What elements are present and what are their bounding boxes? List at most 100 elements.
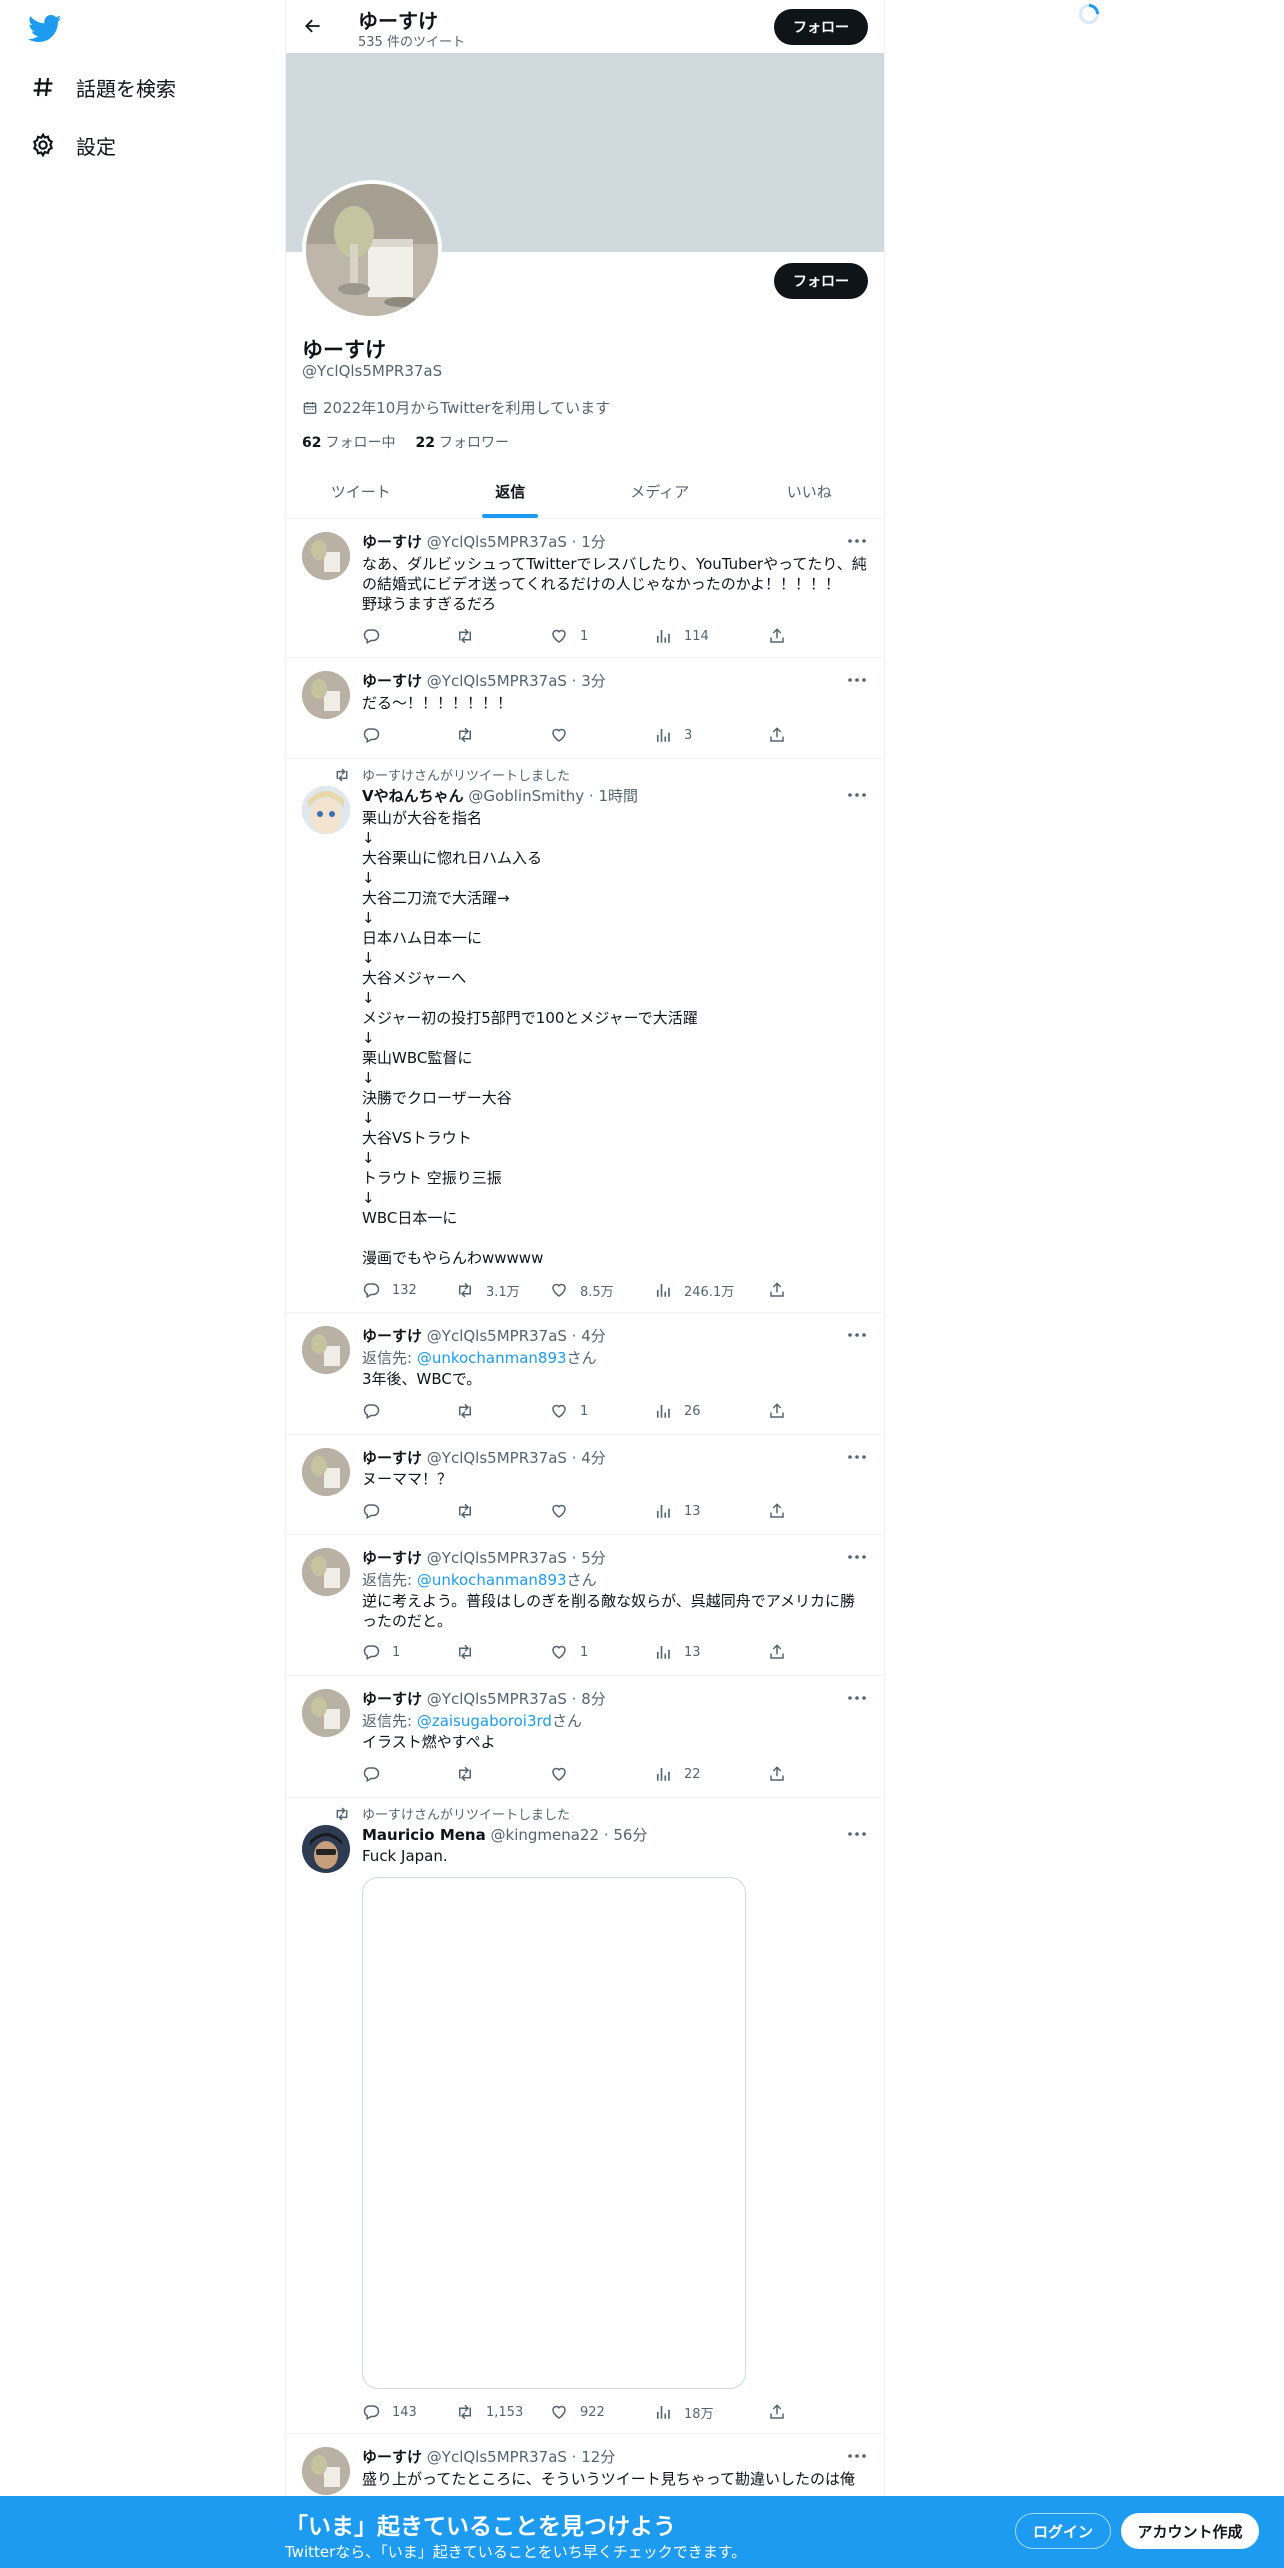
reply-button[interactable] xyxy=(362,1401,392,1421)
views-button[interactable]: 22 xyxy=(654,1764,701,1784)
share-button[interactable] xyxy=(768,1401,798,1421)
reply-to-handle[interactable]: @unkochanman893 xyxy=(417,1349,567,1367)
tab-media[interactable]: メディア xyxy=(585,465,735,518)
like-button[interactable] xyxy=(550,725,580,745)
profile-follow-button[interactable]: フォロー xyxy=(774,263,868,299)
sidebar-item-explore[interactable]: 話題を検索 xyxy=(30,67,176,107)
tweet-meta[interactable]: @kingmena22 · 56分 xyxy=(491,1826,648,1844)
tweet-author-name[interactable]: Mauricio Mena xyxy=(362,1826,486,1844)
tab-tweets[interactable]: ツイート xyxy=(286,465,436,518)
reply-button[interactable] xyxy=(362,725,392,745)
share-button[interactable] xyxy=(768,2402,798,2422)
like-button[interactable]: 922 xyxy=(550,2402,605,2422)
tweet-author-name[interactable]: ゆーすけ xyxy=(362,672,422,690)
retweet-button[interactable] xyxy=(456,1642,486,1662)
views-button[interactable]: 114 xyxy=(654,626,709,646)
tweet-avatar[interactable] xyxy=(302,1448,350,1496)
share-button[interactable] xyxy=(768,1764,798,1784)
reply-button[interactable]: 143 xyxy=(362,2402,417,2422)
back-button[interactable] xyxy=(296,9,330,43)
tweet-meta[interactable]: @YclQls5MPR37aS · 4分 xyxy=(427,1327,606,1345)
tab-replies[interactable]: 返信 xyxy=(436,465,586,518)
like-button[interactable]: 1 xyxy=(550,1401,588,1421)
more-icon[interactable] xyxy=(846,1326,868,1344)
tweet-author-name[interactable]: ゆーすけ xyxy=(362,1690,422,1708)
share-button[interactable] xyxy=(768,626,798,646)
tweet-avatar[interactable] xyxy=(302,2447,350,2495)
tweet-author-name[interactable]: ゆーすけ xyxy=(362,2448,422,2466)
tweet-meta[interactable]: @YclQls5MPR37aS · 3分 xyxy=(427,672,606,690)
following-link[interactable]: 62 フォロー中 xyxy=(302,432,395,452)
like-button[interactable]: 8.5万 xyxy=(550,1280,614,1300)
tweet-avatar[interactable] xyxy=(302,1326,350,1374)
retweet-button[interactable]: 1,153 xyxy=(456,2402,523,2422)
more-icon[interactable] xyxy=(846,1448,868,1466)
reply-button[interactable] xyxy=(362,1764,392,1784)
like-button[interactable] xyxy=(550,1764,580,1784)
more-icon[interactable] xyxy=(846,2447,868,2465)
tweet[interactable]: ゆーすけ @YclQls5MPR37aS · 8分 返信先: @zaisugab… xyxy=(286,1676,884,1798)
tweet[interactable]: ゆーすけ @YclQls5MPR37aS · 4分 返信先: @unkochan… xyxy=(286,1313,884,1435)
views-button[interactable]: 246.1万 xyxy=(654,1280,734,1300)
share-button[interactable] xyxy=(768,725,798,745)
tweet[interactable]: ゆーすけ @YclQls5MPR37aS · 5分 返信先: @unkochan… xyxy=(286,1535,884,1676)
reply-to-handle[interactable]: @unkochanman893 xyxy=(417,1571,567,1589)
views-button[interactable]: 18万 xyxy=(654,2402,714,2422)
views-button[interactable]: 13 xyxy=(654,1501,701,1521)
tweet[interactable]: ゆーすけさんがリツイートしました Vやねんちゃん @GoblinSmithy ·… xyxy=(286,759,884,1313)
more-icon[interactable] xyxy=(846,1548,868,1566)
share-button[interactable] xyxy=(768,1280,798,1300)
views-button[interactable]: 13 xyxy=(654,1642,701,1662)
tweet[interactable]: ゆーすけ @YclQls5MPR37aS · 4分 ヌーママ！？ 13 xyxy=(286,1435,884,1535)
tweet[interactable]: ゆーすけさんがリツイートしました Mauricio Mena @kingmena… xyxy=(286,1798,884,2434)
tweet-meta[interactable]: @YclQls5MPR37aS · 5分 xyxy=(427,1549,606,1567)
twitter-bird-icon[interactable] xyxy=(28,14,62,44)
more-icon[interactable] xyxy=(846,671,868,689)
reply-to-handle[interactable]: @zaisugaboroi3rd xyxy=(417,1712,552,1730)
tab-likes[interactable]: いいね xyxy=(735,465,885,518)
retweet-button[interactable] xyxy=(456,725,486,745)
tweet-author-name[interactable]: Vやねんちゃん xyxy=(362,787,464,805)
more-icon[interactable] xyxy=(846,1689,868,1707)
profile-avatar[interactable] xyxy=(302,180,442,320)
followers-link[interactable]: 22 フォロワー xyxy=(415,432,508,452)
tweet-avatar[interactable] xyxy=(302,1689,350,1737)
tweet-meta[interactable]: @YclQls5MPR37aS · 4分 xyxy=(427,1449,606,1467)
retweet-button[interactable] xyxy=(456,1501,486,1521)
reply-button[interactable] xyxy=(362,1501,392,1521)
like-button[interactable] xyxy=(550,1501,580,1521)
tweet-author-name[interactable]: ゆーすけ xyxy=(362,1327,422,1345)
share-button[interactable] xyxy=(768,1501,798,1521)
tweet[interactable]: ゆーすけ @YclQls5MPR37aS · 3分 だる〜！！！！！！！ 3 xyxy=(286,658,884,759)
reply-button[interactable] xyxy=(362,626,392,646)
tweet-avatar[interactable] xyxy=(302,786,350,834)
tweet-meta[interactable]: @YclQls5MPR37aS · 1分 xyxy=(427,533,606,551)
like-button[interactable]: 1 xyxy=(550,626,588,646)
retweet-button[interactable]: 3.1万 xyxy=(456,1280,520,1300)
login-button[interactable]: ログイン xyxy=(1015,2513,1111,2549)
tweet-media[interactable] xyxy=(362,1877,746,2389)
like-button[interactable]: 1 xyxy=(550,1642,588,1662)
sidebar-item-settings[interactable]: 設定 xyxy=(30,125,116,165)
more-icon[interactable] xyxy=(846,532,868,550)
tweet-meta[interactable]: @YclQls5MPR37aS · 8分 xyxy=(427,1690,606,1708)
create-account-button[interactable]: アカウント作成 xyxy=(1121,2513,1259,2549)
more-icon[interactable] xyxy=(846,1825,868,1843)
views-button[interactable]: 26 xyxy=(654,1401,701,1421)
more-icon[interactable] xyxy=(846,786,868,804)
tweet-meta[interactable]: @GoblinSmithy · 1時間 xyxy=(468,787,638,805)
reply-button[interactable]: 1 xyxy=(362,1642,400,1662)
reply-button[interactable]: 132 xyxy=(362,1280,417,1300)
tweet-author-name[interactable]: ゆーすけ xyxy=(362,533,422,551)
share-button[interactable] xyxy=(768,1642,798,1662)
header-follow-button[interactable]: フォロー xyxy=(774,9,868,45)
tweet-author-name[interactable]: ゆーすけ xyxy=(362,1449,422,1467)
retweet-button[interactable] xyxy=(456,1764,486,1784)
tweet-avatar[interactable] xyxy=(302,1548,350,1596)
tweet-author-name[interactable]: ゆーすけ xyxy=(362,1549,422,1567)
tweet-avatar[interactable] xyxy=(302,671,350,719)
retweet-button[interactable] xyxy=(456,1401,486,1421)
views-button[interactable]: 3 xyxy=(654,725,692,745)
tweet-avatar[interactable] xyxy=(302,1825,350,1873)
tweet-meta[interactable]: @YclQls5MPR37aS · 12分 xyxy=(427,2448,616,2466)
